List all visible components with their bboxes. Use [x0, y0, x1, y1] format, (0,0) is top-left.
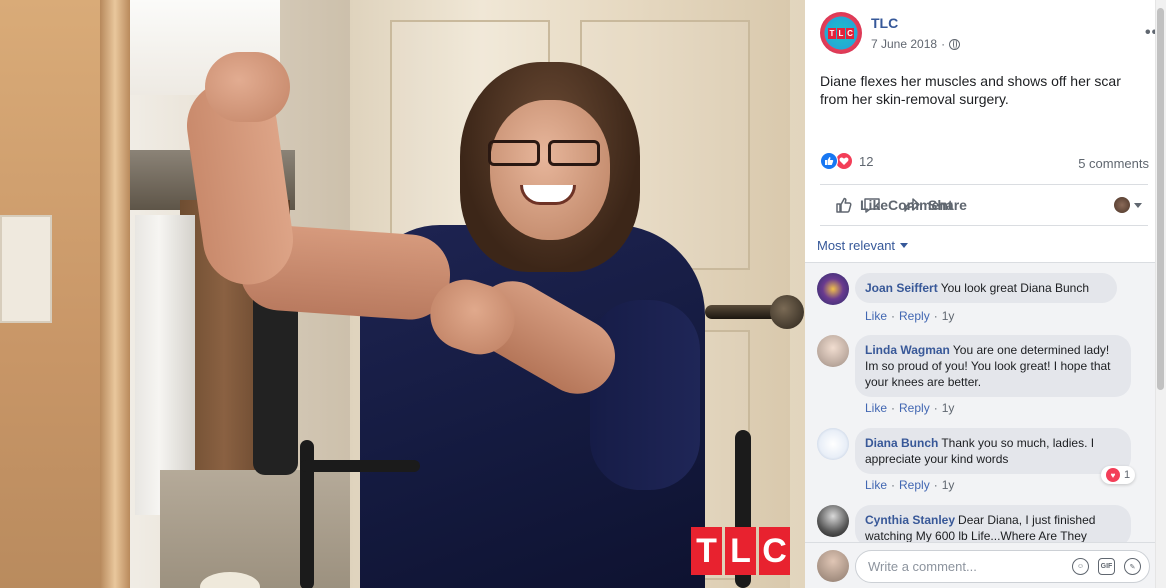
post-caption: Diane flexes her muscles and shows off h…: [820, 73, 1121, 107]
tlc-watermark-logo: T L C: [691, 527, 790, 575]
photo-bg-trim: [100, 0, 130, 588]
comment-reply-link[interactable]: Reply: [899, 309, 930, 323]
gif-icon[interactable]: GIF: [1098, 558, 1115, 575]
comment-sort-dropdown[interactable]: Most relevant: [817, 238, 909, 253]
commenter-avatar[interactable]: [817, 428, 849, 460]
comment-bubble: Linda Wagman You are one determined lady!…: [855, 335, 1131, 397]
globe-icon[interactable]: [949, 38, 961, 50]
more-options-icon[interactable]: •••: [1145, 24, 1155, 42]
comment-actions: Like · Reply · 1y: [865, 401, 955, 415]
avatar-letter: L: [837, 27, 845, 39]
viewer-avatar: [1114, 197, 1130, 213]
sort-label: Most relevant: [817, 238, 896, 253]
comment-like-link[interactable]: Like: [865, 478, 887, 492]
photo-bg-floor: [160, 470, 360, 588]
sticker-icon[interactable]: ✎: [1124, 558, 1141, 575]
logo-letter: C: [759, 527, 790, 575]
comment-button[interactable]: Comment: [862, 185, 1155, 225]
comment-bubble: Joan Seiffert You look great Diana Bunch: [855, 273, 1117, 303]
composer-icons: ☺ GIF ✎: [1072, 558, 1141, 575]
heart-icon: ♥: [1106, 468, 1120, 482]
photo-bg-door-knob: [770, 295, 804, 329]
emoji-icon[interactable]: ☺: [1072, 558, 1089, 575]
photo-subject-sleeve: [590, 300, 700, 490]
comment-like-link[interactable]: Like: [865, 309, 887, 323]
chevron-down-icon: [900, 243, 909, 248]
comment-time[interactable]: 1y: [942, 401, 955, 415]
comment-time[interactable]: 1y: [942, 309, 955, 323]
comment-bubble: Diana Bunch Thank you so much, ladies. I …: [855, 428, 1131, 474]
commenter-name[interactable]: Linda Wagman: [865, 343, 950, 357]
chevron-down-icon: [1134, 202, 1142, 208]
comment-bubble: Cynthia Stanley Dear Diana, I just finish…: [855, 505, 1131, 547]
scrollbar-thumb[interactable]: [1157, 8, 1164, 390]
reactions-count: 12: [859, 153, 874, 169]
avatar-letter: T: [828, 27, 836, 39]
post-header: T L C TLC 7 June 2018 · •••: [820, 12, 1155, 56]
photo-subject-face: [490, 100, 610, 240]
comment-icon: [864, 198, 880, 213]
comments-count-link[interactable]: 5 comments: [1078, 156, 1149, 171]
comment-reply-link[interactable]: Reply: [899, 401, 930, 415]
post-meta: 7 June 2018 ·: [871, 37, 961, 51]
comment-label: Comment: [888, 197, 953, 213]
like-reaction-icon: [820, 152, 838, 170]
meta-separator: ·: [941, 37, 946, 51]
commenter-name[interactable]: Diana Bunch: [865, 436, 938, 450]
comment-reaction-badge[interactable]: ♥ 1: [1101, 466, 1136, 484]
comment-reply-link[interactable]: Reply: [899, 478, 930, 492]
comment-actions: Like · Reply · 1y: [865, 309, 955, 323]
thumbs-up-icon: [836, 197, 852, 213]
comment-text: You look great Diana Bunch: [940, 281, 1090, 295]
page-avatar[interactable]: T L C: [820, 12, 862, 54]
comment-like-link[interactable]: Like: [865, 401, 887, 415]
viewer-avatar[interactable]: [817, 550, 849, 582]
commenter-avatar[interactable]: [817, 505, 849, 537]
logo-letter: T: [691, 527, 722, 575]
photo-walker-rail: [300, 460, 420, 472]
logo-letter: L: [725, 527, 756, 575]
photo-subject-glasses: [486, 140, 604, 168]
commenter-avatar[interactable]: [817, 335, 849, 367]
post-action-bar: Like Comment Share: [820, 184, 1148, 226]
comment-actions: Like · Reply · 1y: [865, 478, 955, 492]
post-photo[interactable]: T L C: [0, 0, 805, 588]
comment-time[interactable]: 1y: [942, 478, 955, 492]
page-name-link[interactable]: TLC: [871, 15, 898, 31]
comment-reaction-count: 1: [1124, 469, 1131, 481]
comments-list: Joan Seiffert You look great Diana Bunch …: [805, 262, 1155, 547]
comment-composer: Write a comment... ☺ GIF ✎: [805, 542, 1155, 588]
commenter-avatar[interactable]: [817, 273, 849, 305]
commenter-name[interactable]: Cynthia Stanley: [865, 513, 955, 527]
commenter-name[interactable]: Joan Seiffert: [865, 281, 938, 295]
photo-bg-chair: [253, 285, 298, 475]
avatar-letter: C: [846, 27, 854, 39]
post-as-selector[interactable]: [1114, 197, 1142, 213]
photo-bg-switch: [0, 215, 52, 323]
post-date[interactable]: 7 June 2018: [871, 37, 937, 51]
photo-subject-fist: [205, 52, 290, 122]
reactions-summary[interactable]: 12: [820, 152, 873, 170]
post-panel: T L C TLC 7 June 2018 · ••• Diane flexes…: [805, 0, 1155, 588]
